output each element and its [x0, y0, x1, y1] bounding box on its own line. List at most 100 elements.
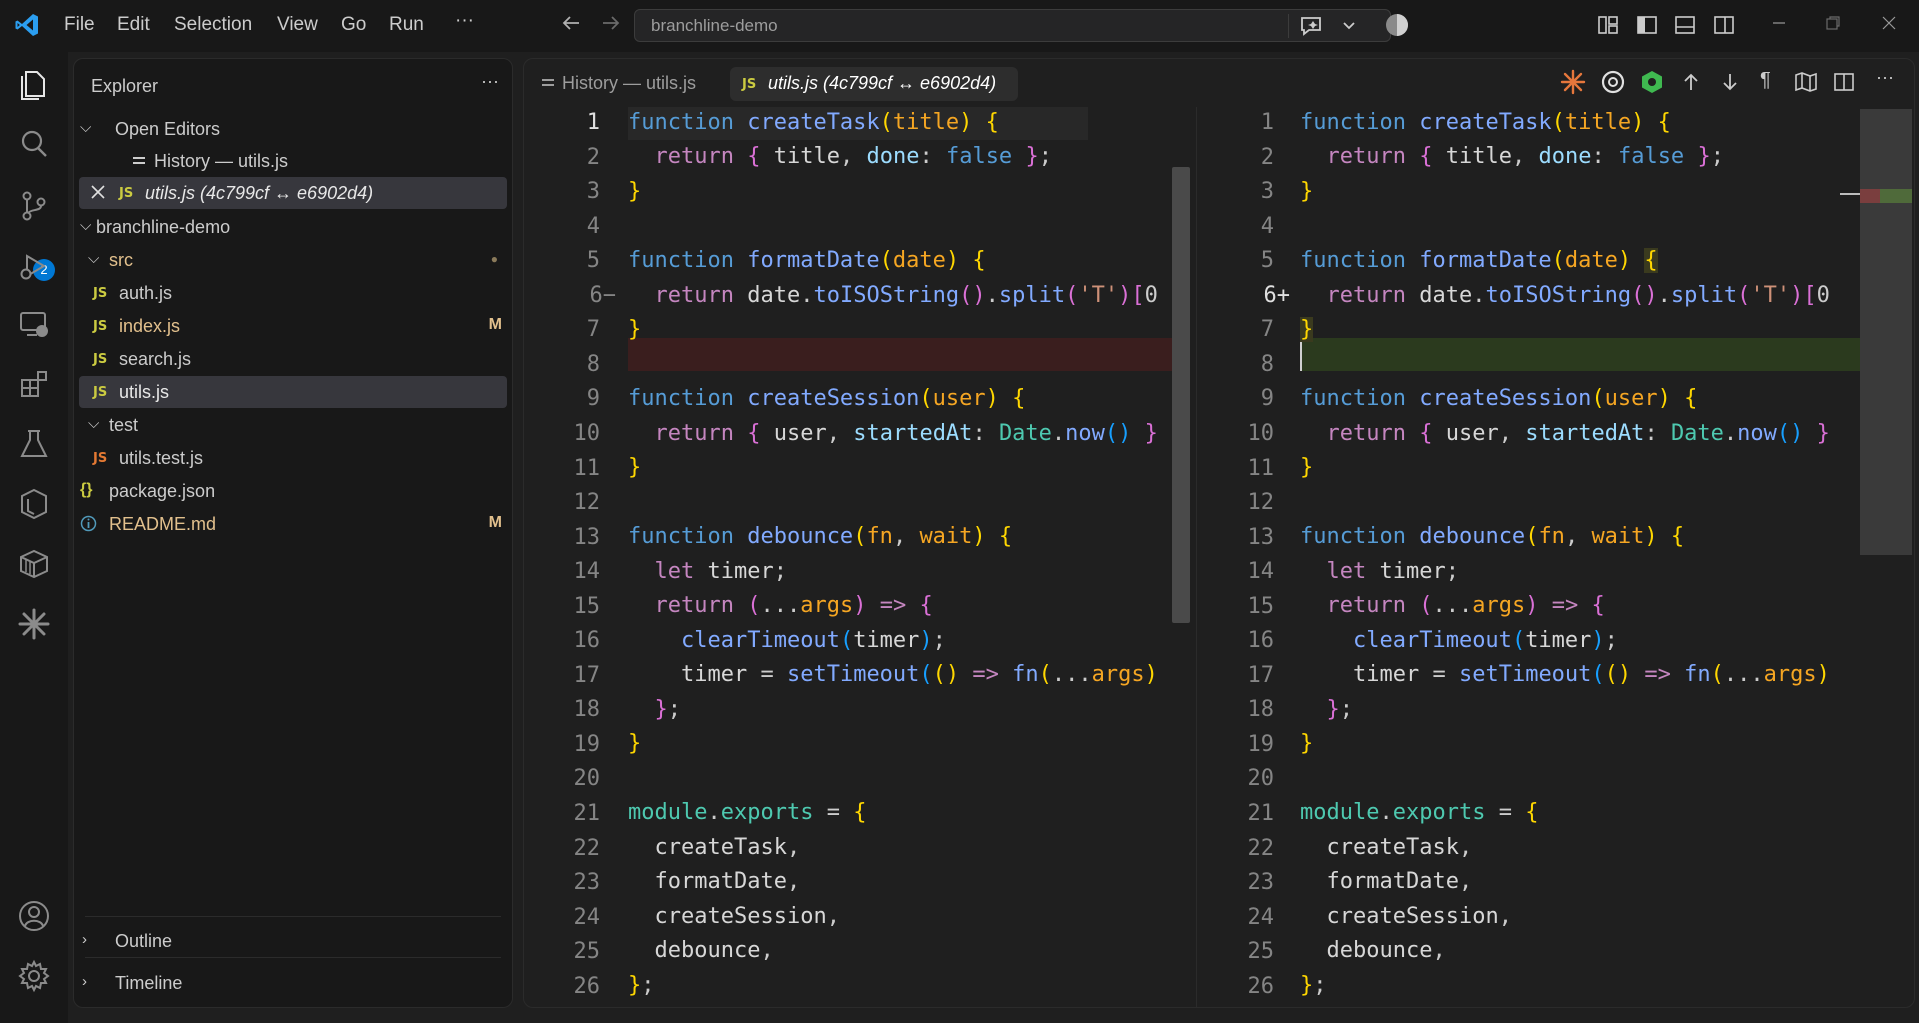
- close-icon[interactable]: [89, 183, 107, 206]
- tree-item-utils-test[interactable]: JS utils.test.js: [74, 442, 512, 474]
- code-line: formatDate,: [654, 869, 801, 894]
- code-line: return { title, done: false };: [654, 144, 1052, 169]
- explorer-icon[interactable]: [12, 62, 56, 106]
- sidebar-more-button[interactable]: ···: [481, 71, 499, 92]
- line-number: 3: [586, 179, 600, 205]
- chevron-right-icon: ›: [82, 931, 87, 948]
- line-number: 21: [573, 801, 601, 826]
- restore-icon[interactable]: [1824, 14, 1842, 38]
- code-line: let timer;: [1326, 559, 1459, 584]
- tree-item-label: search.js: [119, 349, 192, 369]
- copilot-icon[interactable]: [1384, 12, 1410, 44]
- claude-icon[interactable]: [1560, 69, 1586, 100]
- testing-icon[interactable]: [12, 422, 56, 466]
- line-number: 15: [573, 593, 601, 619]
- line-number: 26: [573, 973, 601, 999]
- code-line: }: [1300, 317, 1314, 342]
- tree-item-label: index.js: [119, 316, 181, 336]
- back-arrow-icon[interactable]: [560, 12, 582, 40]
- menu-go[interactable]: Go: [341, 14, 366, 36]
- toggle-primary-sidebar-icon[interactable]: [1636, 14, 1658, 42]
- menu-edit[interactable]: Edit: [117, 14, 150, 36]
- customize-layout-icon[interactable]: [1597, 14, 1619, 42]
- code-line: function debounce(fn, wait) {: [1300, 524, 1685, 549]
- tree-item-utils[interactable]: JS utils.js: [79, 376, 507, 408]
- open-editor-item-active[interactable]: JS utils.js (4c799cf ↔ e6902d4): [79, 177, 507, 209]
- line-number: 14: [573, 559, 601, 585]
- editor-more-button[interactable]: ···: [1876, 67, 1894, 88]
- toggle-panel-icon[interactable]: [1674, 14, 1696, 42]
- tree-folder-test[interactable]: ⌵ test: [74, 409, 512, 441]
- openai-icon[interactable]: [1600, 69, 1626, 100]
- tree-item-index[interactable]: JS index.js M: [74, 310, 512, 342]
- split-editor-icon[interactable]: [1833, 71, 1855, 98]
- workspace-header[interactable]: ⌵ branchline-demo: [74, 211, 512, 243]
- menu-selection[interactable]: Selection: [174, 14, 252, 36]
- code-line: clearTimeout(timer);: [680, 628, 946, 653]
- account-icon[interactable]: [12, 894, 56, 938]
- open-editor-label: History — utils.js: [154, 151, 289, 171]
- tree-item-readme[interactable]: README.md M: [74, 508, 512, 540]
- chevron-down-icon[interactable]: [1341, 17, 1357, 38]
- tree-item-package-json[interactable]: {} package.json: [74, 475, 512, 507]
- title-bar: File Edit Selection View Go Run ··· bran…: [0, 0, 1919, 52]
- menu-run[interactable]: Run: [389, 14, 424, 36]
- copilot-chat-icon[interactable]: [1299, 14, 1325, 43]
- outline-label: Outline: [115, 931, 173, 951]
- menu-more-button[interactable]: ···: [455, 10, 474, 32]
- minimize-icon[interactable]: [1770, 14, 1788, 38]
- tab-utils-diff[interactable]: JS utils.js (4c799cf ↔ e6902d4): [730, 67, 1018, 101]
- extensions-icon[interactable]: [12, 362, 56, 406]
- vertical-scrollbar-thumb[interactable]: [1172, 167, 1190, 623]
- git-status-badge: M: [488, 514, 502, 531]
- docker-icon[interactable]: [12, 482, 56, 526]
- run-debug-icon[interactable]: [12, 244, 56, 288]
- diff-original-pane[interactable]: 1 2 3 4 5 6− 7 8 9 10 11 12 13 14 15 16 17 18 19 20 21 22 23 24…: [524, 107, 1196, 1007]
- code-line: function createTask(title) {: [628, 110, 999, 135]
- outline-header[interactable]: › Outline: [74, 925, 512, 957]
- remote-explorer-icon[interactable]: [12, 302, 56, 346]
- line-number: 23: [573, 870, 601, 896]
- menu-view[interactable]: View: [277, 14, 318, 36]
- search-icon[interactable]: [12, 122, 56, 166]
- previous-change-icon[interactable]: [1680, 71, 1702, 98]
- source-control-icon[interactable]: [12, 184, 56, 228]
- sparkle-icon[interactable]: [12, 602, 56, 646]
- open-editors-header[interactable]: ⌵ Open Editors: [74, 113, 512, 145]
- command-center-search[interactable]: branchline-demo: [634, 9, 1391, 42]
- line-number: 20: [1247, 766, 1275, 792]
- extension-hex-icon[interactable]: [1639, 69, 1665, 100]
- tree-item-search[interactable]: JS search.js: [74, 343, 512, 375]
- diff-divider[interactable]: [1196, 107, 1197, 1007]
- menu-file[interactable]: File: [64, 14, 95, 36]
- diff-modified-pane[interactable]: 1 2 3 4 5 6+ 7 8 9 10 11 12 13 14 15 16 17 18 19 20 21 22 23 24…: [1198, 107, 1914, 1007]
- line-number: 21: [1247, 801, 1275, 826]
- package-icon[interactable]: [12, 542, 56, 586]
- chevron-down-icon: ⌵: [80, 217, 92, 234]
- tree-item-auth[interactable]: JS auth.js: [74, 277, 512, 309]
- next-change-icon[interactable]: [1719, 71, 1741, 98]
- timeline-header[interactable]: › Timeline: [74, 967, 512, 999]
- tree-item-label: package.json: [109, 481, 216, 501]
- line-number: 20: [573, 766, 601, 792]
- tree-item-label: test: [109, 415, 139, 435]
- code-line: }: [628, 317, 642, 342]
- close-window-icon[interactable]: [1880, 14, 1898, 38]
- toggle-secondary-sidebar-icon[interactable]: [1713, 14, 1735, 42]
- tree-item-label: auth.js: [119, 283, 173, 303]
- code-line: createTask,: [654, 835, 801, 860]
- line-number: 18: [573, 697, 601, 723]
- gear-icon[interactable]: [12, 954, 56, 998]
- code-line: return (...args) => {: [654, 593, 933, 618]
- line-number: 17: [573, 662, 601, 688]
- minimap-slider[interactable]: [1860, 109, 1912, 555]
- forward-arrow-icon[interactable]: [600, 12, 622, 40]
- line-number: 17: [1247, 662, 1275, 688]
- tree-item-label: utils.js: [119, 382, 170, 402]
- show-whitespace-icon[interactable]: ¶: [1760, 69, 1771, 92]
- line-number: 1: [586, 110, 600, 135]
- tree-folder-src[interactable]: ⌵ src ●: [74, 244, 512, 276]
- open-changes-icon[interactable]: [1794, 71, 1818, 98]
- open-editor-item[interactable]: History — utils.js: [74, 145, 512, 177]
- js-file-icon: JS: [93, 286, 108, 301]
